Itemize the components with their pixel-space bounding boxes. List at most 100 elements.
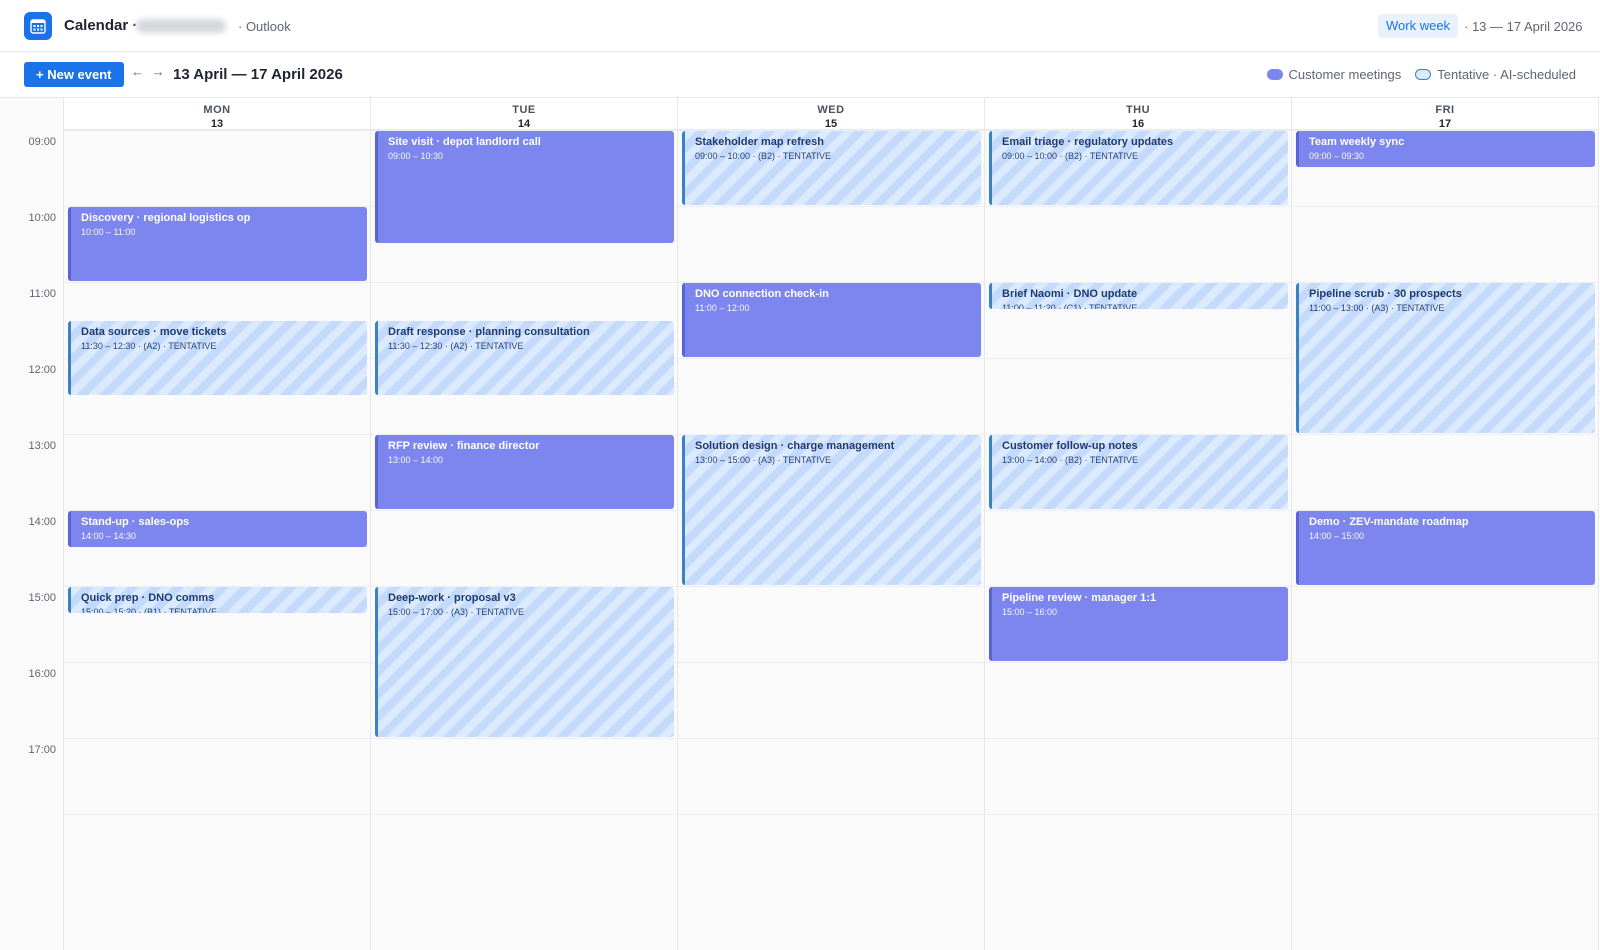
hour-gridline	[985, 510, 1291, 511]
hour-gridline	[985, 358, 1291, 359]
time-label: 17:00	[28, 744, 56, 756]
event-time: 15:00 – 15:20 · (B1) · TENTATIVE	[81, 607, 218, 613]
tentative-event[interactable]: Data sources · move tickets 11:30 – 12:30…	[68, 321, 367, 395]
hour-gridline	[1292, 814, 1598, 815]
time-label: 09:00	[28, 136, 56, 148]
event-time: 11:00 – 11:20 · (C1) · TENTATIVE	[1002, 303, 1138, 309]
day-header: MON 13	[64, 98, 370, 130]
event-time: 11:00 – 13:00 · (A3) · TENTATIVE	[1309, 303, 1445, 313]
tentative-event[interactable]: Quick prep · DNO comms 15:00 – 15:20 · (B…	[68, 587, 367, 613]
hour-gridline	[64, 282, 370, 283]
event-time: 14:00 – 14:30	[81, 531, 137, 541]
event-title: Pipeline scrub · 30 prospects	[1309, 288, 1462, 300]
day-column-thu[interactable]: THU 16 Email triage · regulatory updates 09…	[985, 98, 1292, 950]
event-time: 13:00 – 14:00	[388, 455, 444, 465]
title-bar: Calendar · · Outlook Work week · 13 — 17…	[0, 0, 1600, 52]
calendar-event[interactable]: Discovery · regional logistics op 10:00 –…	[68, 207, 367, 281]
calendar-app-icon	[24, 12, 52, 40]
hour-gridline	[371, 738, 677, 739]
tentative-event[interactable]: Solution design · charge management 13:00…	[682, 435, 981, 585]
day-column-tue[interactable]: TUE 14 Site visit · depot landlord call 09:…	[371, 98, 678, 950]
day-header: FRI 17	[1292, 98, 1598, 130]
tentative-event[interactable]: Deep-work · proposal v3 15:00 – 17:00 · (…	[375, 587, 674, 737]
hour-gridline	[371, 282, 677, 283]
day-of-week: MON	[203, 104, 231, 116]
calendar-event[interactable]: DNO connection check-in 11:00 – 12:00	[682, 283, 981, 357]
calendar-event[interactable]: Site visit · depot landlord call 09:00 – …	[375, 131, 674, 243]
calendar-event[interactable]: Demo · ZEV-mandate roadmap 14:00 – 15:00	[1296, 511, 1595, 585]
hour-gridline	[64, 738, 370, 739]
hour-gridline	[678, 586, 984, 587]
app-subtitle: · Outlook	[238, 19, 291, 34]
hour-gridline	[371, 510, 677, 511]
hour-gridline	[985, 662, 1291, 663]
event-time: 13:00 – 15:00 · (A3) · TENTATIVE	[695, 455, 832, 465]
hour-gridline	[1292, 586, 1598, 587]
day-column-mon[interactable]: MON 13 Discovery · regional logistics op 10…	[64, 98, 371, 950]
day-number: 15	[824, 118, 838, 130]
hour-gridline	[64, 434, 370, 435]
legend-item-busy: Customer meetings	[1266, 67, 1401, 82]
day-header: WED 15	[678, 98, 984, 130]
event-title: Brief Naomi · DNO update	[1002, 288, 1138, 300]
calendar-event[interactable]: RFP review · finance director 13:00 – 14:…	[375, 435, 674, 509]
event-title: Site visit · depot landlord call	[388, 136, 541, 148]
day-column-fri[interactable]: FRI 17 Team weekly sync 09:00 – 09:30 Pipeli…	[1292, 98, 1599, 950]
event-time: 11:00 – 12:00	[695, 303, 750, 313]
week-range-title: 13 April — 17 April 2026	[173, 66, 343, 83]
previous-week-arrow-icon[interactable]: ←	[131, 64, 146, 79]
event-title: DNO connection check-in	[695, 288, 829, 300]
hour-gridline	[1292, 206, 1598, 207]
tentative-event[interactable]: Stakeholder map refresh 09:00 – 10:00 · (…	[682, 131, 981, 205]
event-time: 09:00 – 10:00 · (B2) · TENTATIVE	[1002, 151, 1139, 161]
hour-gridline	[985, 738, 1291, 739]
tentative-swatch-icon	[1415, 69, 1432, 80]
app-title: Calendar ·	[64, 17, 138, 34]
calendar-event[interactable]: Stand-up · sales-ops 14:00 – 14:30	[68, 511, 367, 547]
hour-gridline	[985, 814, 1291, 815]
event-title: Demo · ZEV-mandate roadmap	[1309, 516, 1469, 528]
new-event-button[interactable]: + New event	[24, 62, 124, 87]
day-header: TUE 14	[371, 98, 677, 130]
event-title: Pipeline review · manager 1:1	[1002, 592, 1157, 604]
calendar-event[interactable]: Team weekly sync 09:00 – 09:30	[1296, 131, 1595, 167]
day-column-wed[interactable]: WED 15 Stakeholder map refresh 09:00 – 10:0…	[678, 98, 985, 950]
tentative-event[interactable]: Email triage · regulatory updates 09:00 –…	[989, 131, 1288, 205]
tentative-event[interactable]: Draft response · planning consultation 11…	[375, 321, 674, 395]
hour-gridline	[64, 130, 370, 131]
week-navigation: ← →	[131, 64, 167, 79]
event-time: 11:30 – 12:30 · (A2) · TENTATIVE	[81, 341, 217, 351]
next-week-arrow-icon[interactable]: →	[152, 64, 167, 79]
hour-gridline	[64, 662, 370, 663]
event-time: 09:00 – 09:30	[1309, 151, 1365, 161]
busy-swatch-icon	[1266, 69, 1283, 80]
event-time: 15:00 – 16:00	[1002, 607, 1058, 617]
tentative-event[interactable]: Brief Naomi · DNO update 11:00 – 11:20 · …	[989, 283, 1288, 309]
hour-gridline	[678, 206, 984, 207]
time-label: 11:00	[29, 288, 56, 300]
hour-gridline	[64, 814, 370, 815]
tentative-event[interactable]: Customer follow-up notes 13:00 – 14:00 · …	[989, 435, 1288, 509]
event-title: Discovery · regional logistics op	[81, 212, 251, 224]
hour-gridline	[1292, 662, 1598, 663]
tentative-event[interactable]: Pipeline scrub · 30 prospects 11:00 – 13:…	[1296, 283, 1595, 433]
event-title: Solution design · charge management	[695, 440, 895, 452]
day-header: THU 16	[985, 98, 1291, 130]
event-title: Stakeholder map refresh	[695, 136, 824, 148]
day-number: 14	[517, 118, 531, 130]
time-label: 10:00	[28, 212, 56, 224]
event-title: RFP review · finance director	[388, 440, 540, 452]
day-of-week: THU	[1125, 104, 1151, 116]
time-label: 16:00	[28, 668, 56, 680]
day-number: 13	[210, 118, 224, 130]
calendar-event[interactable]: Pipeline review · manager 1:1 15:00 – 16:…	[989, 587, 1288, 661]
hour-gridline	[678, 358, 984, 359]
event-title: Email triage · regulatory updates	[1002, 136, 1174, 148]
view-mode-selector[interactable]: Work week	[1378, 14, 1459, 38]
event-time: 09:00 – 10:30	[388, 151, 444, 161]
day-of-week: WED	[817, 104, 845, 116]
time-label: 13:00	[28, 440, 56, 452]
week-grid: 09:00 10:00 11:00 12:00 13:00 14:00 15:00 16:00…	[0, 98, 1600, 950]
event-title: Customer follow-up notes	[1002, 440, 1138, 452]
event-time: 13:00 – 14:00 · (B2) · TENTATIVE	[1002, 455, 1139, 465]
